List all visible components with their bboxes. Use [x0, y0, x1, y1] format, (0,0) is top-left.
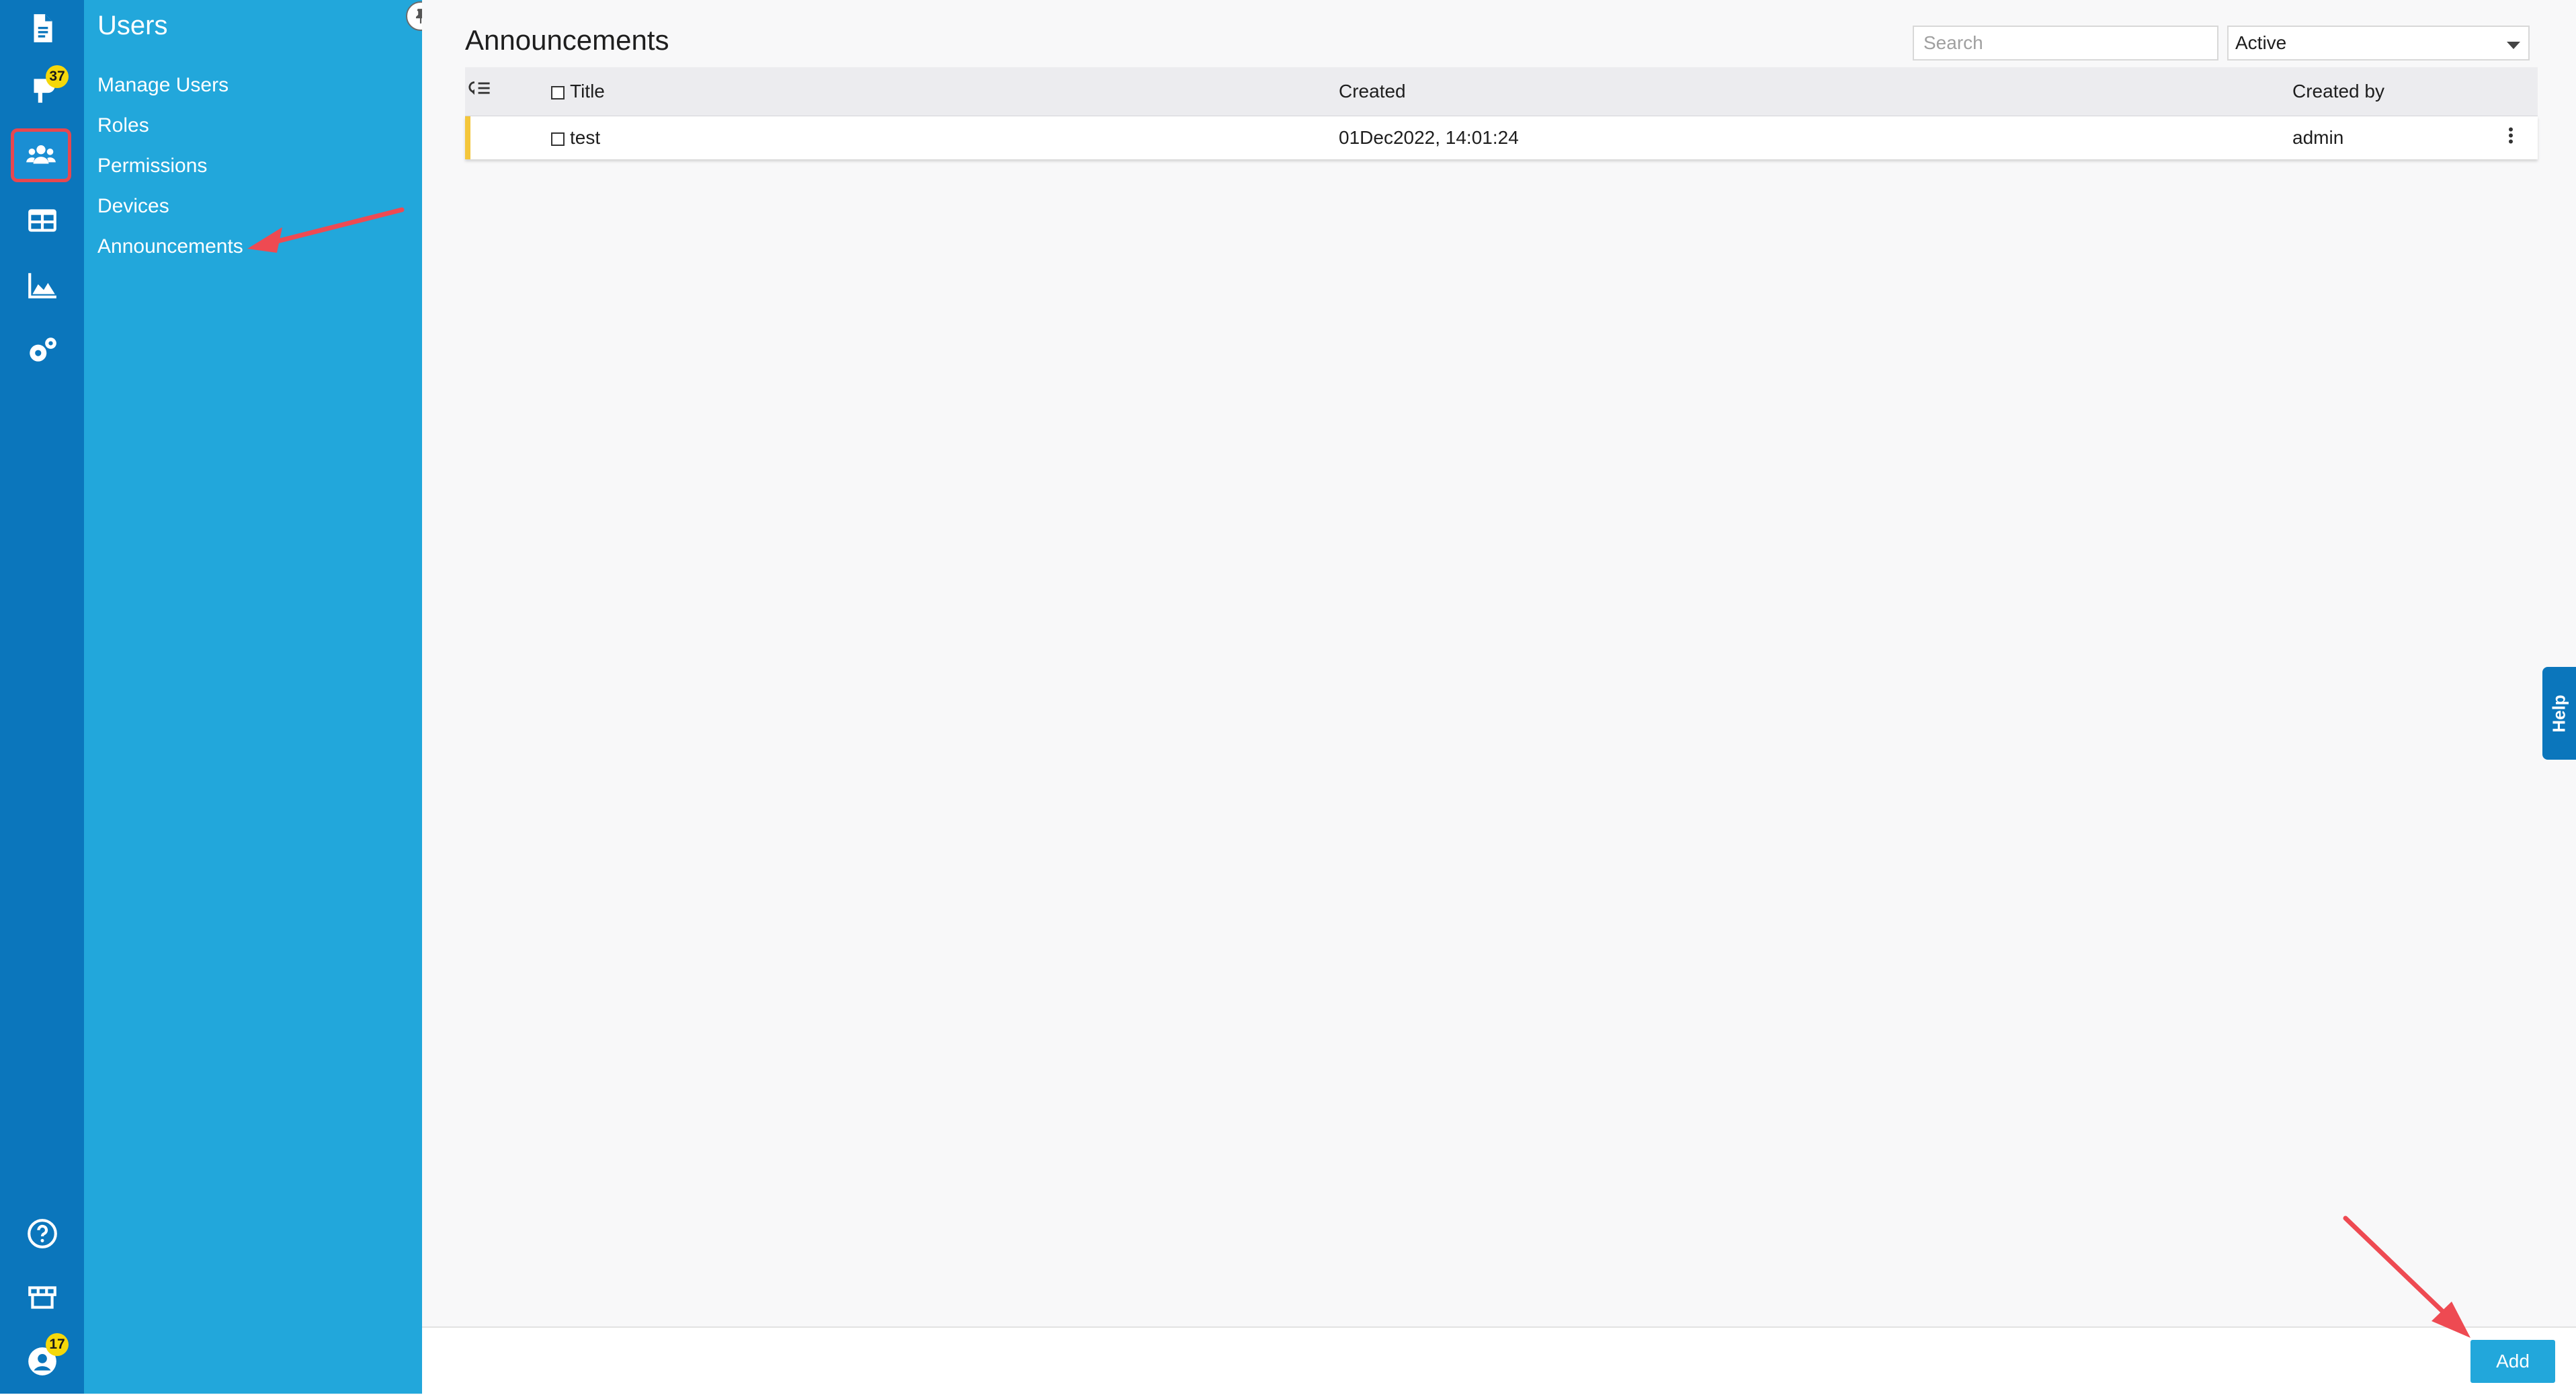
main-content: Announcements Active Title Created Creat… [422, 0, 2576, 1394]
page-title: Announcements [465, 24, 669, 56]
panel-item-roles[interactable]: Roles [97, 114, 149, 137]
row-actions-button[interactable] [2507, 126, 2515, 151]
profile-nav-button[interactable]: 17 [7, 1333, 77, 1388]
users-nav-button[interactable] [11, 128, 71, 182]
gears-icon [29, 337, 56, 362]
more-vertical-icon [2509, 127, 2513, 144]
status-filter-select[interactable]: Active [2227, 26, 2530, 61]
users-icon [26, 145, 56, 164]
help-tab[interactable]: Help [2542, 667, 2576, 760]
reports-nav-button[interactable] [7, 259, 77, 313]
row-checkbox[interactable] [551, 132, 565, 146]
column-header-title[interactable]: Title [551, 81, 605, 102]
column-header-created-by[interactable]: Created by [2292, 81, 2384, 102]
search-input[interactable] [1913, 26, 2218, 61]
documents-nav-button[interactable] [7, 1, 77, 55]
users-panel: Users Manage Users Roles Permissions Dev… [84, 0, 422, 1394]
storefront-icon [28, 1286, 56, 1309]
area-chart-icon [28, 273, 56, 298]
select-all-checkbox[interactable] [551, 85, 565, 99]
announcements-table: Title Created Created by test 01Dec2022,… [465, 67, 2538, 159]
notifications-badge: 37 [46, 65, 69, 88]
status-filter-value: Active [2235, 32, 2287, 53]
column-settings-button[interactable] [468, 79, 491, 104]
icon-rail: 37 17 [0, 0, 84, 1394]
profile-badge: 17 [46, 1333, 69, 1356]
panel-item-manage-users[interactable]: Manage Users [97, 74, 228, 97]
panel-item-permissions[interactable]: Permissions [97, 155, 207, 177]
store-nav-button[interactable] [7, 1271, 77, 1324]
help-nav-button[interactable] [7, 1207, 77, 1261]
add-button[interactable]: Add [2470, 1340, 2555, 1383]
table-row[interactable]: test 01Dec2022, 14:01:24 admin [465, 116, 2538, 159]
row-created-cell: 01Dec2022, 14:01:24 [1339, 127, 1519, 148]
notifications-nav-button[interactable]: 37 [7, 63, 77, 117]
column-chooser-icon [468, 81, 490, 95]
help-tab-label: Help [2548, 694, 2569, 733]
panel-item-devices[interactable]: Devices [97, 195, 169, 218]
panel-title: Users [97, 11, 168, 40]
row-title: test [570, 127, 601, 148]
table-header: Title Created Created by [465, 67, 2538, 116]
row-created-by-cell: admin [2292, 127, 2344, 148]
dashboard-nav-button[interactable] [7, 194, 77, 247]
chevron-down-icon [2507, 42, 2520, 49]
table-grid-icon [28, 209, 56, 232]
question-circle-icon [27, 1219, 57, 1248]
document-icon [34, 14, 52, 42]
row-title-cell: test [551, 127, 600, 149]
panel-item-announcements[interactable]: Announcements [97, 235, 243, 258]
settings-nav-button[interactable] [7, 323, 77, 377]
column-header-created[interactable]: Created [1339, 81, 1406, 102]
column-title-label: Title [570, 81, 605, 102]
footer-bar [422, 1326, 2576, 1395]
